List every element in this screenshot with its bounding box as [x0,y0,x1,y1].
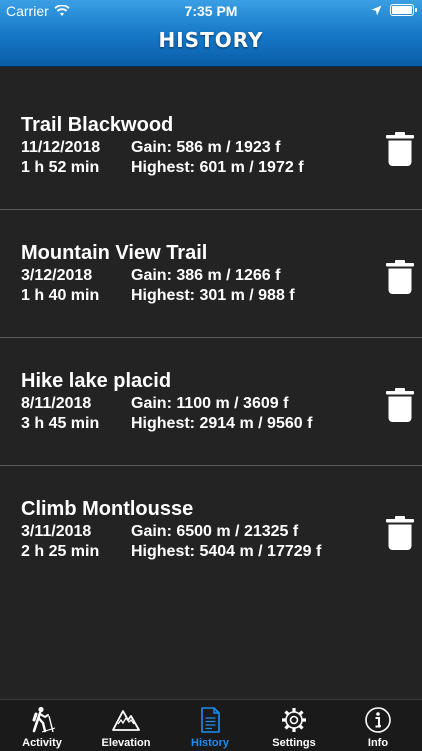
hike-date: 3/12/2018 [21,267,93,284]
history-item[interactable]: Hike lake placid 8/11/2018 Gain: 1100 m /… [0,338,422,466]
tab-label: Activity [22,737,62,749]
history-item[interactable]: Trail Blackwood 11/12/2018 Gain: 586 m / … [0,82,422,210]
tab-history[interactable]: History [168,700,252,751]
hike-duration: 2 h 25 min [21,543,100,560]
hike-gain: Gain: 6500 m / 21325 f [131,523,299,540]
tab-label: Settings [272,737,316,749]
info-icon [365,707,391,733]
hike-name: Hike lake placid [21,370,172,392]
hike-gain: Gain: 586 m / 1923 f [131,139,281,156]
tab-bar: Activity Elevation History Settings Info [0,699,422,751]
hike-date: 11/12/2018 [21,139,101,156]
battery-icon [390,4,417,16]
hike-date: 8/11/2018 [21,395,92,412]
gear-icon [282,708,306,732]
tab-label: Elevation [101,737,151,749]
history-list: Trail Blackwood 11/12/2018 Gain: 586 m / … [0,82,422,593]
hike-highest: Highest: 5404 m / 17729 f [131,543,322,560]
trash-icon[interactable] [386,260,414,294]
hike-highest: Highest: 301 m / 988 f [131,287,295,304]
status-time: 7:35 PM [184,3,238,19]
hike-highest: Highest: 2914 m / 9560 f [131,415,313,432]
mountain-icon [112,710,140,731]
status-bar: Carrier 7:35 PM [0,0,422,22]
tab-elevation[interactable]: Elevation [84,700,168,751]
hiker-icon [32,706,56,733]
hike-name: Climb Montlousse [21,498,194,520]
tab-info[interactable]: Info [336,700,420,751]
tab-label: Info [367,737,389,749]
trash-icon[interactable] [386,388,414,422]
hike-name: Mountain View Trail [21,242,208,264]
hike-duration: 1 h 52 min [21,159,100,176]
tab-activity[interactable]: Activity [0,700,84,751]
tab-settings[interactable]: Settings [252,700,336,751]
hike-date: 3/11/2018 [21,523,92,540]
document-icon [201,707,220,733]
hike-gain: Gain: 1100 m / 3609 f [131,395,289,412]
tab-label: History [191,737,229,749]
status-right [371,4,417,16]
trash-icon[interactable] [386,132,414,166]
page-title: HISTORY [158,28,264,52]
hike-duration: 1 h 40 min [21,287,100,304]
trash-icon[interactable] [386,516,414,550]
hike-duration: 3 h 45 min [21,415,100,432]
hike-gain: Gain: 386 m / 1266 f [131,267,281,284]
location-arrow-icon [371,5,382,15]
history-item[interactable]: Mountain View Trail 3/12/2018 Gain: 386 m… [0,210,422,338]
history-item[interactable]: Climb Montlousse 3/11/2018 Gain: 6500 m /… [0,466,422,593]
hike-name: Trail Blackwood [21,114,174,136]
hike-highest: Highest: 601 m / 1972 f [131,159,304,176]
